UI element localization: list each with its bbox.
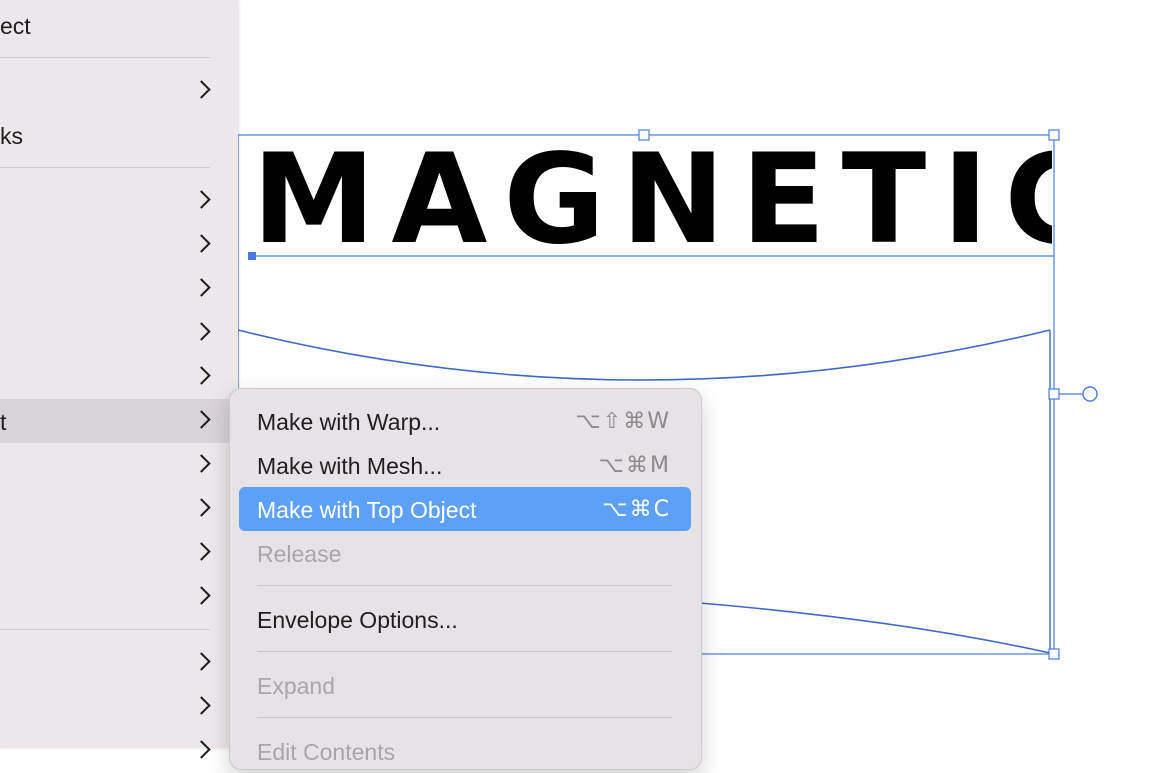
handle-middle-right[interactable]	[1048, 388, 1060, 400]
menu-item-label: Make with Warp...	[257, 409, 441, 435]
menu-item-submenu-4[interactable]	[0, 223, 238, 267]
menu-item-submenu-6[interactable]	[0, 311, 238, 355]
menu-item-make-with-top-object[interactable]: Make with Top Object ⌥⌘C	[239, 487, 691, 531]
chevron-right-icon	[192, 696, 211, 715]
menu-item-submenu-10[interactable]	[0, 487, 238, 531]
menu-separator	[0, 57, 210, 58]
menu-item-submenu-9[interactable]	[0, 443, 238, 487]
menu-item-edit-contents: Edit Contents	[239, 729, 691, 773]
menu-item-label: ks	[0, 123, 23, 149]
chevron-right-icon	[192, 234, 211, 253]
chevron-right-icon	[192, 322, 211, 341]
menu-item-submenu-15[interactable]	[0, 729, 238, 773]
menu-item-submenu-12[interactable]	[0, 575, 238, 619]
keyboard-shortcut: ⌥⇧⌘W	[575, 409, 671, 434]
menu-separator	[257, 585, 672, 586]
handle-top-right[interactable]	[1048, 129, 1060, 141]
envelope-bottom-curve[interactable]	[699, 602, 1051, 654]
envelope-top-curve[interactable]	[237, 329, 1051, 381]
menu-item-envelope-options[interactable]: Envelope Options...	[239, 597, 691, 641]
object-menu: ect ks t	[0, 0, 238, 759]
menu-item-label: Edit Contents	[257, 739, 396, 765]
menu-item-submenu-13[interactable]	[0, 641, 238, 685]
envelope-distort-submenu: Make with Warp... ⌥⇧⌘W Make with Mesh...…	[229, 388, 702, 770]
menu-separator	[257, 717, 672, 718]
keyboard-shortcut: ⌥⌘M	[598, 453, 671, 478]
menu-item-envelope-distort[interactable]: t	[0, 399, 238, 443]
menu-item-submenu-5[interactable]	[0, 267, 238, 311]
chevron-right-icon	[192, 278, 211, 297]
menu-item-submenu-11[interactable]	[0, 531, 238, 575]
menu-item-release: Release	[239, 531, 691, 575]
menu-item-label: Expand	[257, 673, 336, 699]
menu-item-submenu-7[interactable]	[0, 355, 238, 399]
menu-item-submenu-3[interactable]	[0, 179, 238, 223]
menu-item-make-with-warp[interactable]: Make with Warp... ⌥⇧⌘W	[239, 399, 691, 443]
menu-item-label: ect	[0, 13, 31, 39]
chevron-right-icon	[192, 542, 211, 561]
menu-item-label: Envelope Options...	[257, 607, 458, 633]
menu-item-submenu-14[interactable]	[0, 685, 238, 729]
chevron-right-icon	[192, 498, 211, 517]
menu-item-submenu-1[interactable]	[0, 69, 238, 113]
keyboard-shortcut: ⌥⌘C	[602, 497, 671, 522]
menu-item-label: Release	[257, 541, 342, 567]
chevron-right-icon	[192, 80, 211, 99]
menu-item-expand: Expand	[239, 663, 691, 707]
chevron-right-icon	[192, 410, 211, 429]
menu-item-label: t	[0, 409, 7, 435]
chevron-right-icon	[192, 190, 211, 209]
chevron-right-icon	[192, 366, 211, 385]
menu-item-label: Make with Top Object	[257, 497, 477, 523]
chevron-right-icon	[192, 652, 211, 671]
menu-item-links[interactable]: ks	[0, 113, 238, 157]
handle-bottom-right[interactable]	[1048, 648, 1060, 660]
rotate-handle[interactable]	[1082, 386, 1098, 402]
menu-item-label: Make with Mesh...	[257, 453, 443, 479]
menu-separator	[0, 167, 210, 168]
canvas-text-object[interactable]: MAGNETIC	[252, 140, 1052, 260]
handle-top-middle[interactable]	[638, 129, 650, 141]
chevron-right-icon	[192, 454, 211, 473]
menu-separator	[257, 651, 672, 652]
chevron-right-icon	[192, 740, 211, 759]
menu-separator	[0, 629, 210, 630]
chevron-right-icon	[192, 586, 211, 605]
menu-item-make-with-mesh[interactable]: Make with Mesh... ⌥⌘M	[239, 443, 691, 487]
menu-item-select-object[interactable]: ect	[0, 3, 238, 47]
